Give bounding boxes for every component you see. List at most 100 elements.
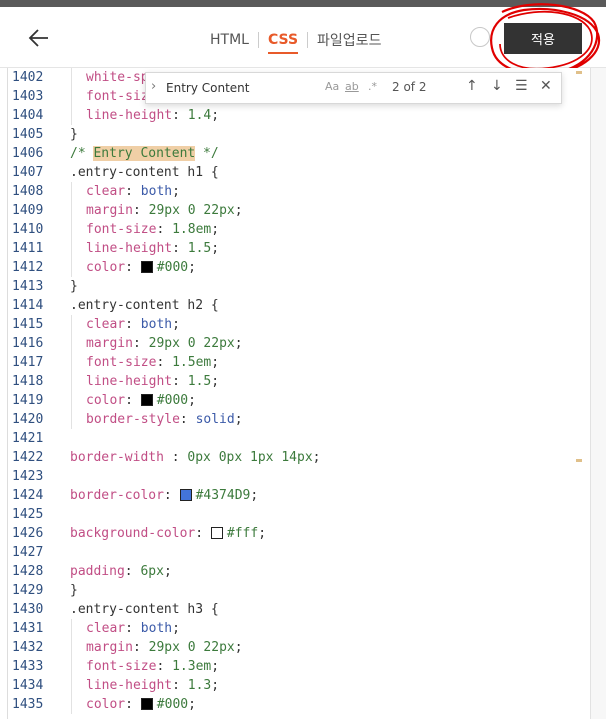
code-line[interactable]: 1434 line-height: 1.3; (0, 676, 580, 695)
code-line[interactable]: 1418 line-height: 1.5; (0, 372, 580, 391)
code-line[interactable]: 1429} (0, 581, 580, 600)
vertical-scrollbar[interactable] (590, 68, 606, 719)
line-number: 1431 (12, 621, 44, 636)
line-number: 1412 (12, 260, 44, 275)
line-number: 1410 (12, 222, 44, 237)
code-line[interactable]: 1419 color: #000; (0, 391, 580, 410)
code-line[interactable]: 1433 font-size: 1.3em; (0, 657, 580, 676)
match-case-icon[interactable]: Aa (325, 80, 339, 93)
line-number: 1413 (12, 279, 44, 294)
code-line[interactable]: 1421 (0, 429, 580, 448)
find-in-selection-icon[interactable]: ☰ (515, 78, 528, 94)
match-count: 2 of 2 (392, 80, 427, 94)
line-number: 1415 (12, 317, 44, 332)
code-line[interactable]: 1422 border-width : 0px 0px 1px 14px; (0, 448, 580, 467)
code-line[interactable]: 1432 margin: 29px 0 22px; (0, 638, 580, 657)
code-line[interactable]: 1417 font-size: 1.5em; (0, 353, 580, 372)
color-swatch[interactable] (210, 526, 223, 539)
code-line[interactable]: 1405} (0, 125, 580, 144)
line-number: 1419 (12, 393, 44, 408)
find-widget: › Aa ab .* 2 of 2 ↑ ↓ ☰ ✕ (145, 72, 562, 104)
code-line[interactable]: 1420 border-style: solid; (0, 410, 580, 429)
next-match-icon[interactable]: ↓ (491, 78, 503, 94)
line-number: 1404 (12, 108, 44, 123)
line-number: 1430 (12, 602, 44, 617)
code-text: line-height: 1.4; (86, 108, 220, 123)
previous-match-icon[interactable]: ↑ (466, 78, 478, 94)
code-text: font-size: 1.3em; (86, 659, 220, 674)
line-number: 1402 (12, 70, 44, 85)
tab-css[interactable]: CSS (267, 32, 299, 54)
color-swatch[interactable] (140, 393, 153, 406)
code-line[interactable]: 1431 clear: both; (0, 619, 580, 638)
tab-html[interactable]: HTML (210, 32, 249, 48)
color-swatch[interactable] (179, 488, 192, 501)
code-text: color: #000; (86, 393, 196, 408)
code-editor[interactable]: 1402 white-sp 1403 font-siz 1404 line-height:… (0, 68, 606, 719)
code-line[interactable]: 1423 (0, 467, 580, 486)
line-number: 1405 (12, 127, 44, 142)
code-line[interactable]: 1411 line-height: 1.5; (0, 239, 580, 258)
scrollbar-match-marker (576, 459, 582, 462)
regex-icon[interactable]: .* (368, 80, 377, 93)
code-text: line-height: 1.5; (86, 374, 220, 389)
line-number: 1416 (12, 336, 44, 351)
code-lines[interactable]: 1402 white-sp 1403 font-siz 1404 line-height:… (0, 68, 580, 714)
close-icon[interactable]: ✕ (540, 78, 552, 94)
code-line[interactable]: 1427 (0, 543, 580, 562)
tab-divider (307, 32, 309, 48)
line-number: 1434 (12, 678, 44, 693)
line-number: 1427 (12, 545, 44, 560)
code-line[interactable]: 1426 background-color: #fff; (0, 524, 580, 543)
code-text: clear: both; (86, 184, 180, 199)
code-line[interactable]: 1404 line-height: 1.4; (0, 106, 580, 125)
code-text: margin: 29px 0 22px; (86, 640, 243, 655)
back-arrow-icon[interactable] (26, 25, 52, 51)
code-line[interactable]: 1409 margin: 29px 0 22px; (0, 201, 580, 220)
whole-word-icon[interactable]: ab (345, 80, 359, 93)
line-number: 1418 (12, 374, 44, 389)
color-swatch[interactable] (140, 260, 153, 273)
find-input[interactable] (164, 77, 318, 99)
code-text: margin: 29px 0 22px; (86, 203, 243, 218)
code-text: line-height: 1.3; (86, 678, 220, 693)
apply-button[interactable]: 적용 (504, 23, 582, 54)
code-text: padding: 6px; (70, 564, 172, 579)
code-line[interactable]: 1406 /* Entry Content */ (0, 144, 580, 163)
code-text: clear: both; (86, 621, 180, 636)
code-line[interactable]: 1424 border-color: #4374D9; (0, 486, 580, 505)
line-number: 1414 (12, 298, 44, 313)
code-line[interactable]: 1412 color: #000; (0, 258, 580, 277)
line-number: 1432 (12, 640, 44, 655)
code-line[interactable]: 1430 .entry-content h3 { (0, 600, 580, 619)
toggle-replace-chevron-icon[interactable]: › (151, 79, 156, 94)
code-text: font-siz (86, 89, 149, 104)
code-line[interactable]: 1416 margin: 29px 0 22px; (0, 334, 580, 353)
code-line[interactable]: 1410 font-size: 1.8em; (0, 220, 580, 239)
code-line[interactable]: 1413} (0, 277, 580, 296)
code-line[interactable]: 1428 padding: 6px; (0, 562, 580, 581)
code-line[interactable]: 1425 (0, 505, 580, 524)
line-number: 1403 (12, 89, 44, 104)
code-text: } (70, 127, 78, 142)
code-line[interactable]: 1407 .entry-content h1 { (0, 163, 580, 182)
line-number: 1421 (12, 431, 44, 446)
line-number: 1420 (12, 412, 44, 427)
code-text: .entry-content h2 { (70, 298, 219, 313)
code-text: color: #000; (86, 260, 196, 275)
tab-file-upload[interactable]: 파일업로드 (317, 30, 381, 50)
code-text: border-color: #4374D9; (70, 488, 259, 503)
line-number: 1411 (12, 241, 44, 256)
code-text: white-sp (86, 70, 149, 85)
code-line[interactable]: 1414 .entry-content h2 { (0, 296, 580, 315)
color-swatch[interactable] (140, 697, 153, 710)
code-text: background-color: #fff; (70, 526, 267, 541)
line-number: 1423 (12, 469, 44, 484)
code-text: border-width : 0px 0px 1px 14px; (70, 450, 321, 465)
help-circle-button[interactable] (470, 27, 490, 47)
code-text: font-size: 1.8em; (86, 222, 220, 237)
line-number: 1428 (12, 564, 44, 579)
code-line[interactable]: 1408 clear: both; (0, 182, 580, 201)
code-line[interactable]: 1415 clear: both; (0, 315, 580, 334)
code-line[interactable]: 1435 color: #000; (0, 695, 580, 714)
